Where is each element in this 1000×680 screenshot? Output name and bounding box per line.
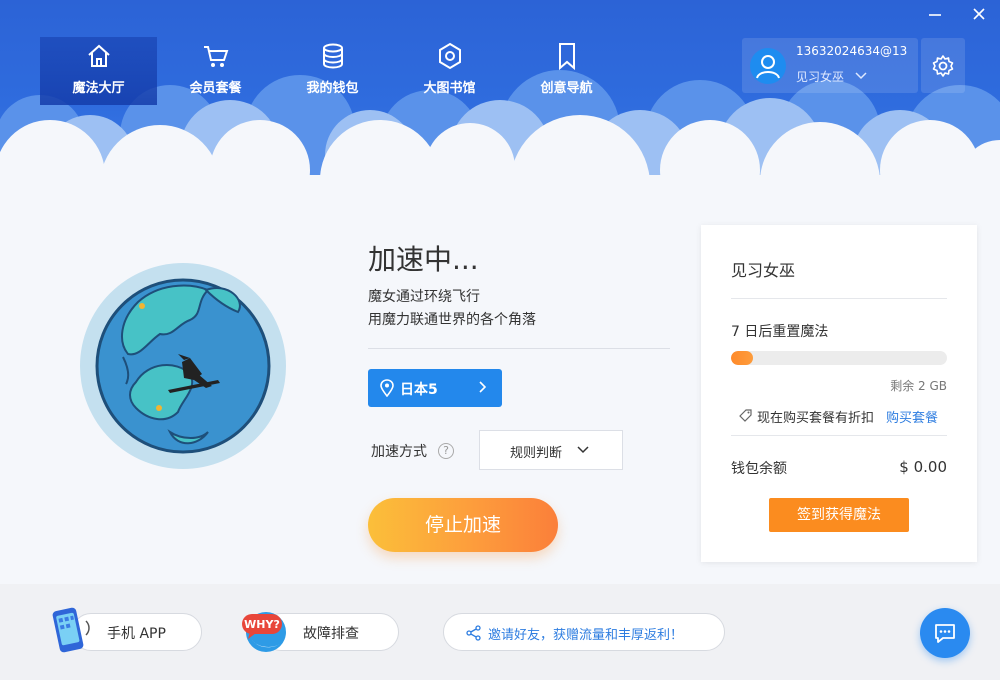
globe-illustration	[80, 263, 286, 469]
chevron-down-icon	[577, 446, 589, 454]
invite-label: 邀请好友，获赠流量和丰厚返利！	[488, 628, 684, 643]
help-icon[interactable]: ?	[438, 443, 454, 459]
user-level[interactable]: 见习女巫	[796, 68, 868, 85]
cart-icon	[203, 46, 228, 67]
coins-icon	[322, 43, 343, 69]
share-icon	[466, 625, 481, 641]
close-icon	[973, 8, 985, 20]
avatar	[750, 48, 786, 84]
divider	[731, 298, 947, 299]
divider	[368, 348, 670, 349]
progress-fill	[731, 351, 753, 365]
status-line-1: 魔女通过环绕飞行	[368, 289, 480, 305]
traffic-progress-bar	[731, 351, 947, 365]
reset-text: 7 日后重置魔法	[731, 324, 829, 340]
node-select-button[interactable]: 日本5	[368, 369, 502, 407]
wallet-balance: $ 0.00	[899, 458, 947, 476]
buy-plan-link[interactable]: 购买套餐	[886, 407, 938, 426]
node-label: 日本5	[400, 382, 438, 398]
minimize-icon	[929, 14, 941, 16]
chevron-right-icon	[479, 381, 487, 393]
user-email: 13632024634@13	[796, 44, 908, 58]
wallet-label: 钱包余额	[731, 461, 787, 477]
gear-icon	[932, 55, 954, 77]
phone-icon	[52, 607, 90, 653]
nav-label: 创意导航	[540, 81, 593, 96]
invite-friends-button[interactable]: 邀请好友，获赠流量和丰厚返利！	[443, 613, 725, 651]
nav-item-navigation[interactable]: 创意导航	[508, 37, 625, 105]
nav-label: 大图书馆	[423, 81, 476, 96]
card-title: 见习女巫	[731, 261, 796, 280]
location-pin-icon	[380, 379, 394, 397]
mode-label: 加速方式	[371, 444, 427, 460]
minimize-button[interactable]	[922, 6, 948, 28]
nav-item-plans[interactable]: 会员套餐	[157, 37, 274, 105]
why-badge-icon: WHY?	[242, 612, 286, 652]
nav-item-wallet[interactable]: 我的钱包	[274, 37, 391, 105]
header-bar: 魔法大厅 会员套餐 我的钱包 大图书馆 创意导航 13632024634@13 …	[0, 0, 1000, 175]
troubleshoot-label: 故障排查	[303, 626, 359, 642]
sign-in-button[interactable]: 签到获得魔法	[769, 498, 909, 532]
nav-item-hall[interactable]: 魔法大厅	[40, 37, 157, 105]
account-card: 见习女巫 7 日后重置魔法 剩余 2 GB 现在购买套餐有折扣 购买套餐 钱包余…	[701, 225, 977, 562]
status-title: 加速中...	[368, 243, 479, 276]
nav-label: 我的钱包	[306, 81, 359, 96]
tag-icon	[739, 409, 752, 422]
stop-acceleration-button[interactable]: 停止加速	[368, 498, 558, 552]
bookmark-icon	[558, 43, 575, 71]
nav-label: 魔法大厅	[72, 81, 125, 96]
mobile-app-label: 手机 APP	[107, 626, 166, 642]
home-icon	[87, 44, 110, 67]
settings-button[interactable]	[921, 38, 965, 93]
remaining-traffic: 剩余 2 GB	[890, 379, 947, 393]
why-badge-text: WHY?	[244, 618, 280, 631]
user-account-box[interactable]: 13632024634@13 见习女巫	[742, 38, 918, 93]
divider	[731, 435, 947, 436]
mode-value: 规则判断	[510, 446, 563, 461]
nav-item-library[interactable]: 大图书馆	[391, 37, 508, 105]
user-level-label: 见习女巫	[796, 70, 845, 84]
close-button[interactable]	[966, 6, 992, 28]
mode-dropdown[interactable]: 规则判断	[479, 430, 623, 470]
main-nav: 魔法大厅 会员套餐 我的钱包 大图书馆 创意导航	[40, 37, 625, 105]
hexagon-icon	[438, 42, 461, 70]
promo-label: 现在购买套餐有折扣	[757, 411, 875, 426]
user-icon	[756, 55, 780, 79]
chevron-down-icon	[855, 72, 867, 80]
chat-support-button[interactable]	[920, 608, 970, 658]
status-description: 魔女通过环绕飞行 用魔力联通世界的各个角落	[368, 286, 536, 332]
nav-label: 会员套餐	[189, 81, 242, 96]
chat-icon	[935, 624, 955, 643]
status-line-2: 用魔力联通世界的各个角落	[368, 312, 536, 328]
